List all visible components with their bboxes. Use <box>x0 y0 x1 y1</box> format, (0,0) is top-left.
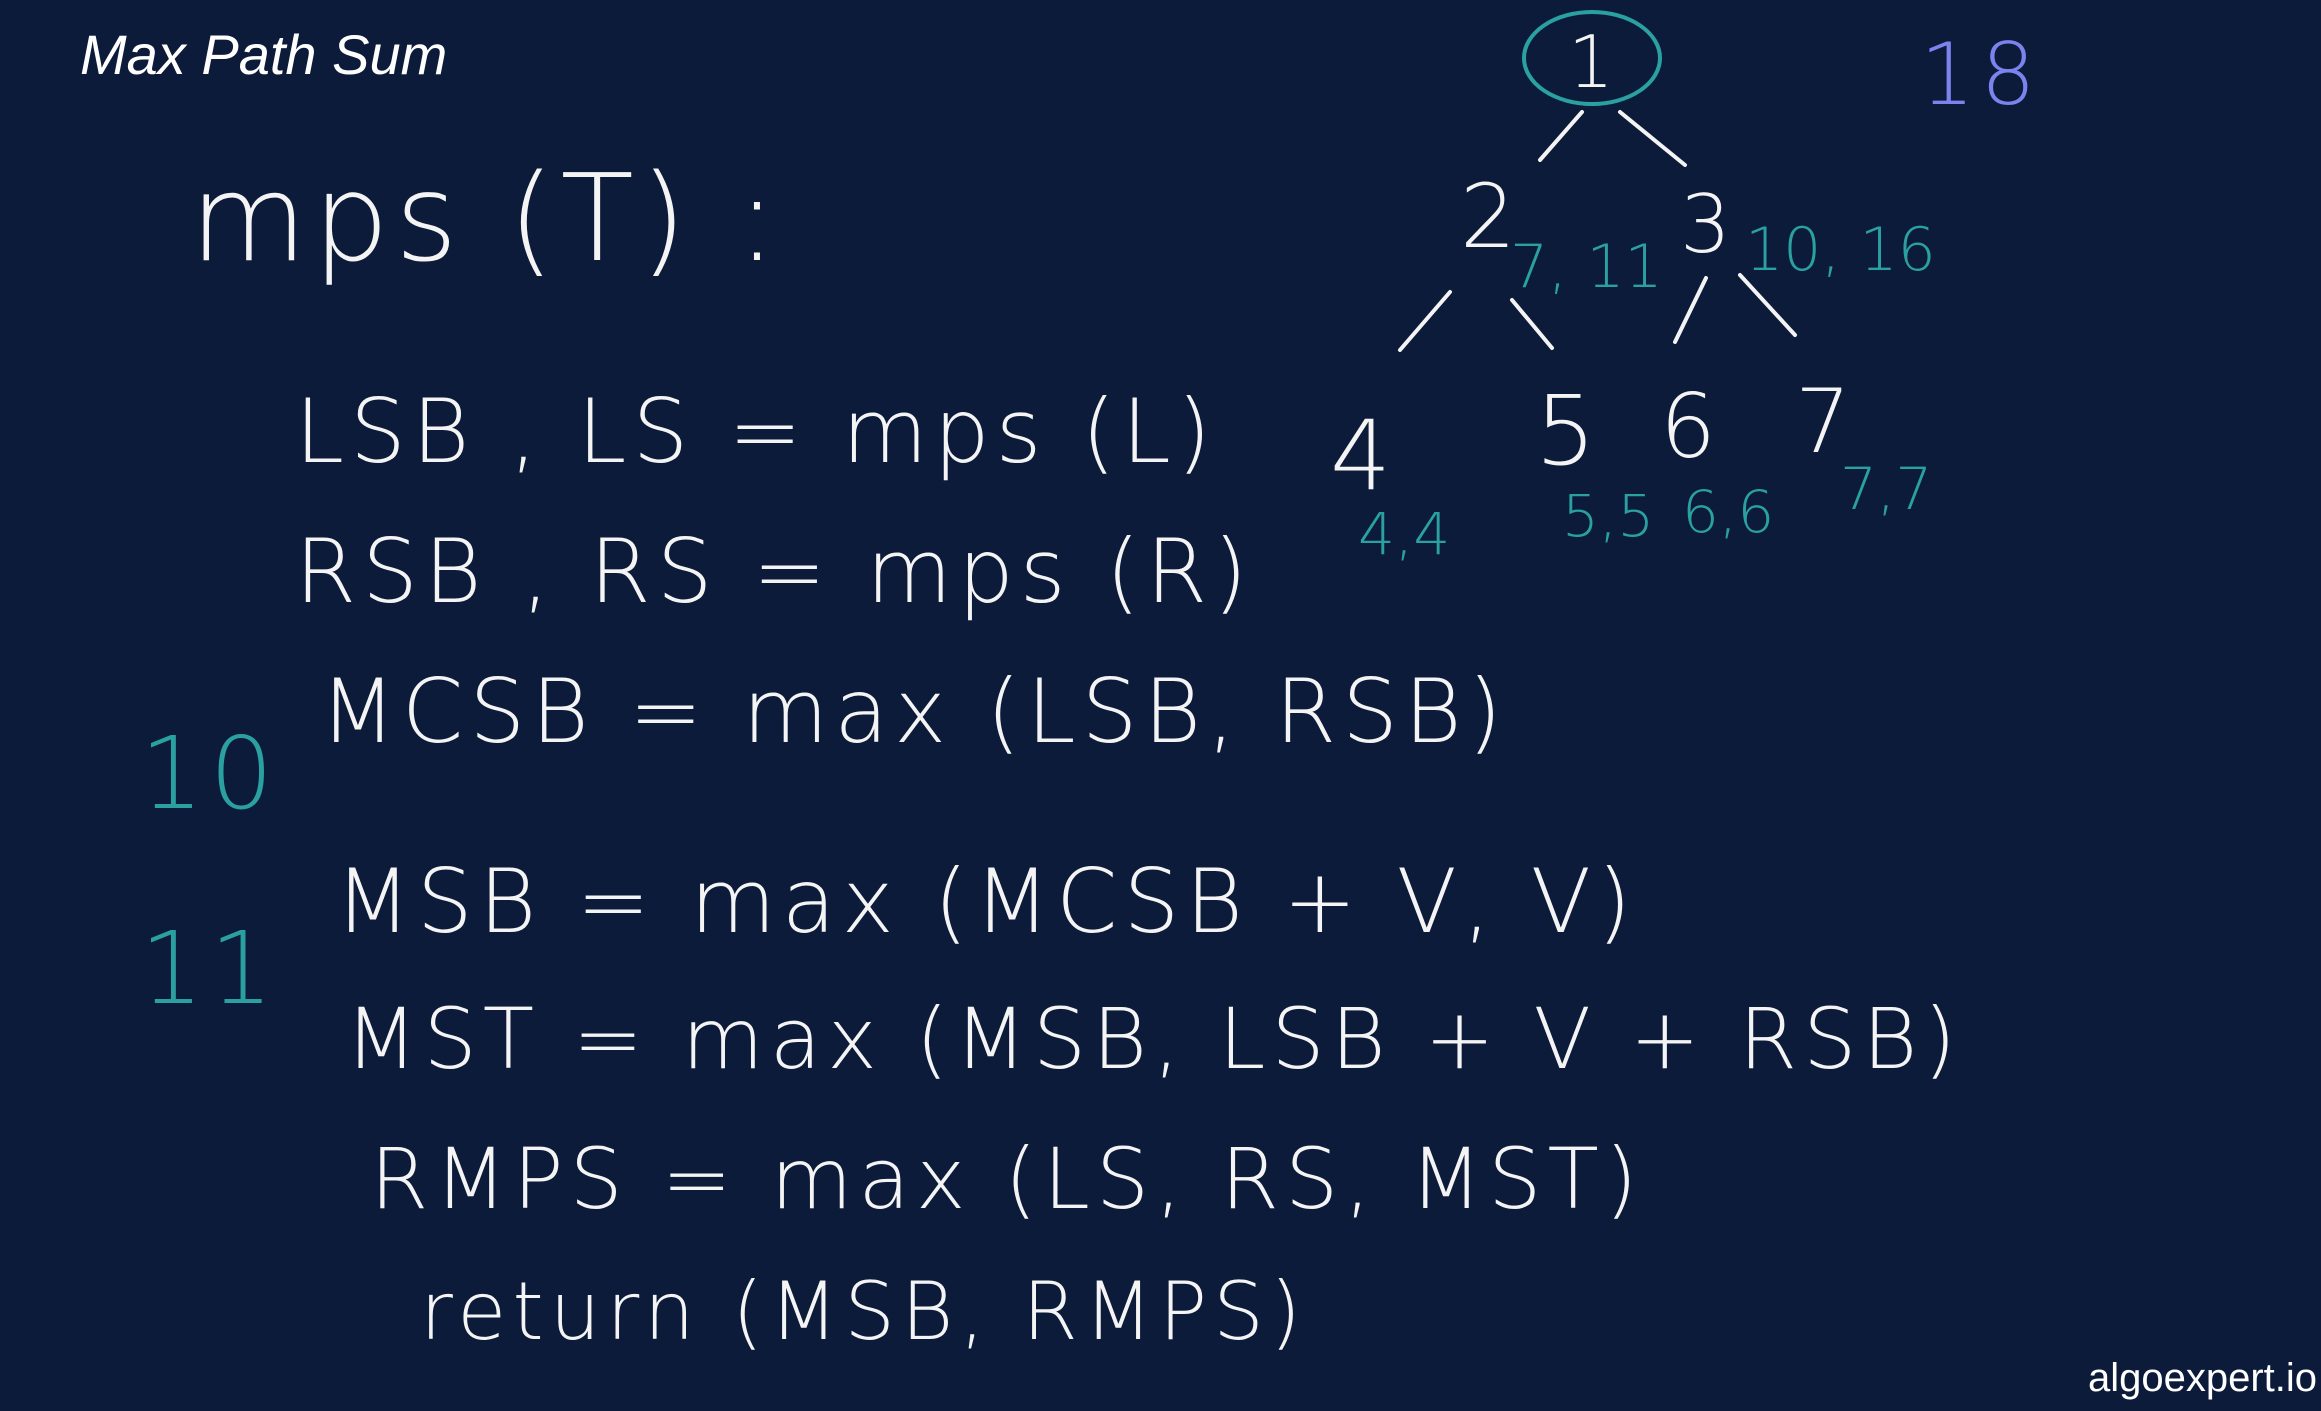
watermark-text: algoexpert.io <box>2087 1356 2317 1400</box>
edge-2-4 <box>1398 290 1452 352</box>
annotation-node-2: 7, 11 <box>1510 232 1663 302</box>
edge-3-6 <box>1673 276 1708 344</box>
annotation-node-6: 6,6 <box>1682 478 1775 546</box>
tree-node-3: 3 <box>1680 178 1731 271</box>
tree-node-4: 4 <box>1330 400 1392 512</box>
whiteboard: Max Path Sum mps (T) : LSB , LS = mps (L… <box>0 0 2321 1411</box>
tree-node-2: 2 <box>1460 165 1516 268</box>
tree-node-1: 1 <box>1568 20 1614 104</box>
edge-1-3 <box>1618 110 1687 167</box>
tree-edges <box>1398 10 1797 352</box>
annotation-node-4: 4,4 <box>1358 500 1451 568</box>
annotation-node-7: 7,7 <box>1840 455 1933 523</box>
result-value: 18 <box>1920 25 2042 125</box>
annotation-node-5: 5,5 <box>1562 482 1655 550</box>
annotation-node-3: 10, 16 <box>1745 215 1936 285</box>
tree-node-6: 6 <box>1660 375 1716 478</box>
edge-1-2 <box>1538 110 1584 162</box>
tree-node-5: 5 <box>1535 375 1597 487</box>
edge-2-5 <box>1510 298 1554 350</box>
